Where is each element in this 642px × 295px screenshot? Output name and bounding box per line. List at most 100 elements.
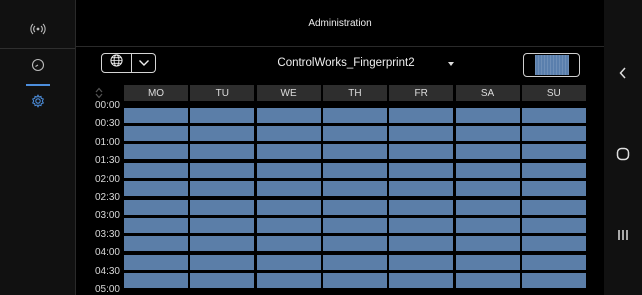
schedule-cell[interactable] [256,144,321,160]
schedule-cell[interactable] [190,273,255,289]
schedule-cell[interactable] [124,181,188,197]
day-header-sa[interactable]: SA [455,85,520,101]
schedule-cell[interactable] [124,217,188,233]
schedule-cell[interactable] [124,199,188,215]
gear-icon [31,93,45,113]
schedule-cell[interactable] [256,181,321,197]
schedule-cell[interactable] [190,217,255,233]
circle-home-icon [615,146,631,167]
day-header-fr[interactable]: FR [389,85,454,101]
schedule-cell[interactable] [455,125,520,141]
profile-name: ControlWorks_Fingerprint2 [277,57,415,69]
schedule-cell[interactable] [455,273,520,289]
schedule-cell[interactable] [190,107,255,123]
day-header-mo[interactable]: MO [124,85,188,101]
schedule-cell[interactable] [455,181,520,197]
schedule-cell[interactable] [389,254,454,270]
schedule-cell[interactable] [455,217,520,233]
schedule-cell[interactable] [256,107,321,123]
nav-back-button[interactable] [604,60,642,90]
schedule-cell[interactable] [455,236,520,252]
schedule-cell[interactable] [190,254,255,270]
time-label: 01:00 [94,136,120,148]
schedule-cell[interactable] [124,107,188,123]
chevron-left-icon [618,66,628,85]
sort-icon[interactable] [94,86,104,100]
schedule-cell[interactable] [322,236,387,252]
color-swatch-button[interactable] [523,53,580,77]
schedule-cell[interactable] [124,144,188,160]
page-title: Administration [308,17,372,29]
schedule-cell[interactable] [322,107,387,123]
schedule-cell[interactable] [190,162,255,178]
schedule-cell[interactable] [389,125,454,141]
schedule-cell[interactable] [124,273,188,289]
schedule-cell[interactable] [521,162,586,178]
time-label: 02:30 [94,192,120,203]
day-header-su[interactable]: SU [521,85,586,101]
schedule-cell[interactable] [322,181,387,197]
schedule-cell[interactable] [521,107,586,123]
nav-recents-button[interactable] [604,222,642,252]
schedule-cell[interactable] [256,236,321,252]
schedule-cell[interactable] [256,199,321,215]
schedule-cell[interactable] [389,162,454,178]
schedule-cell[interactable] [389,273,454,289]
rail-item-wireless[interactable] [0,12,75,50]
schedule-cell[interactable] [455,144,520,160]
schedule-cell[interactable] [455,162,520,178]
schedule-cell[interactable] [124,236,188,252]
nav-home-button[interactable] [604,141,642,171]
schedule-cell[interactable] [190,125,255,141]
schedule-cell[interactable] [389,199,454,215]
schedule-cell[interactable] [521,254,586,270]
schedule-cell[interactable] [256,125,321,141]
schedule-cell[interactable] [389,181,454,197]
schedule-cell[interactable] [521,236,586,252]
schedule-cell[interactable] [124,254,188,270]
schedule-cell[interactable] [521,144,586,160]
day-header-th[interactable]: TH [322,85,387,101]
schedule-cell[interactable] [322,217,387,233]
schedule-cell[interactable] [124,162,188,178]
time-label: 04:30 [94,265,120,277]
schedule-cell[interactable] [256,217,321,233]
schedule-cell[interactable] [322,273,387,289]
schedule-cell[interactable] [521,217,586,233]
day-header-we[interactable]: WE [256,85,321,101]
rail-item-settings[interactable] [0,84,75,122]
schedule-cell[interactable] [322,199,387,215]
schedule-cell[interactable] [322,125,387,141]
schedule-cell[interactable] [256,254,321,270]
language-dropdown-button[interactable] [132,53,156,73]
schedule-cell[interactable] [455,254,520,270]
schedule-cell[interactable] [521,273,586,289]
schedule-cell[interactable] [256,273,321,289]
schedule-cell[interactable] [190,199,255,215]
caret-down-icon[interactable] [448,62,454,66]
schedule-cell[interactable] [322,162,387,178]
schedule-cell[interactable] [190,181,255,197]
schedule-cell[interactable] [455,199,520,215]
schedule-grid: MO TU WE TH FR SA SU 00:00 00:30 01:00 01:30 02:00 0… [76,85,604,295]
rail-item-clock[interactable] [0,48,75,86]
schedule-cell[interactable] [389,236,454,252]
schedule-cell[interactable] [190,144,255,160]
schedule-cell[interactable] [521,181,586,197]
schedule-cell[interactable] [322,144,387,160]
schedule-cell[interactable] [124,125,188,141]
day-header-tu[interactable]: TU [190,85,255,101]
clock-icon [31,58,45,77]
schedule-cell[interactable] [389,107,454,123]
time-label: 03:00 [94,210,120,222]
profile-select[interactable]: ControlWorks_Fingerprint2 [226,53,466,73]
schedule-cell[interactable] [455,107,520,123]
schedule-cell[interactable] [521,125,586,141]
schedule-cell[interactable] [389,217,454,233]
schedule-cell[interactable] [322,254,387,270]
schedule-cell[interactable] [521,199,586,215]
schedule-cell[interactable] [256,162,321,178]
schedule-cell[interactable] [389,144,454,160]
language-button[interactable] [101,53,132,73]
schedule-cell[interactable] [190,236,255,252]
